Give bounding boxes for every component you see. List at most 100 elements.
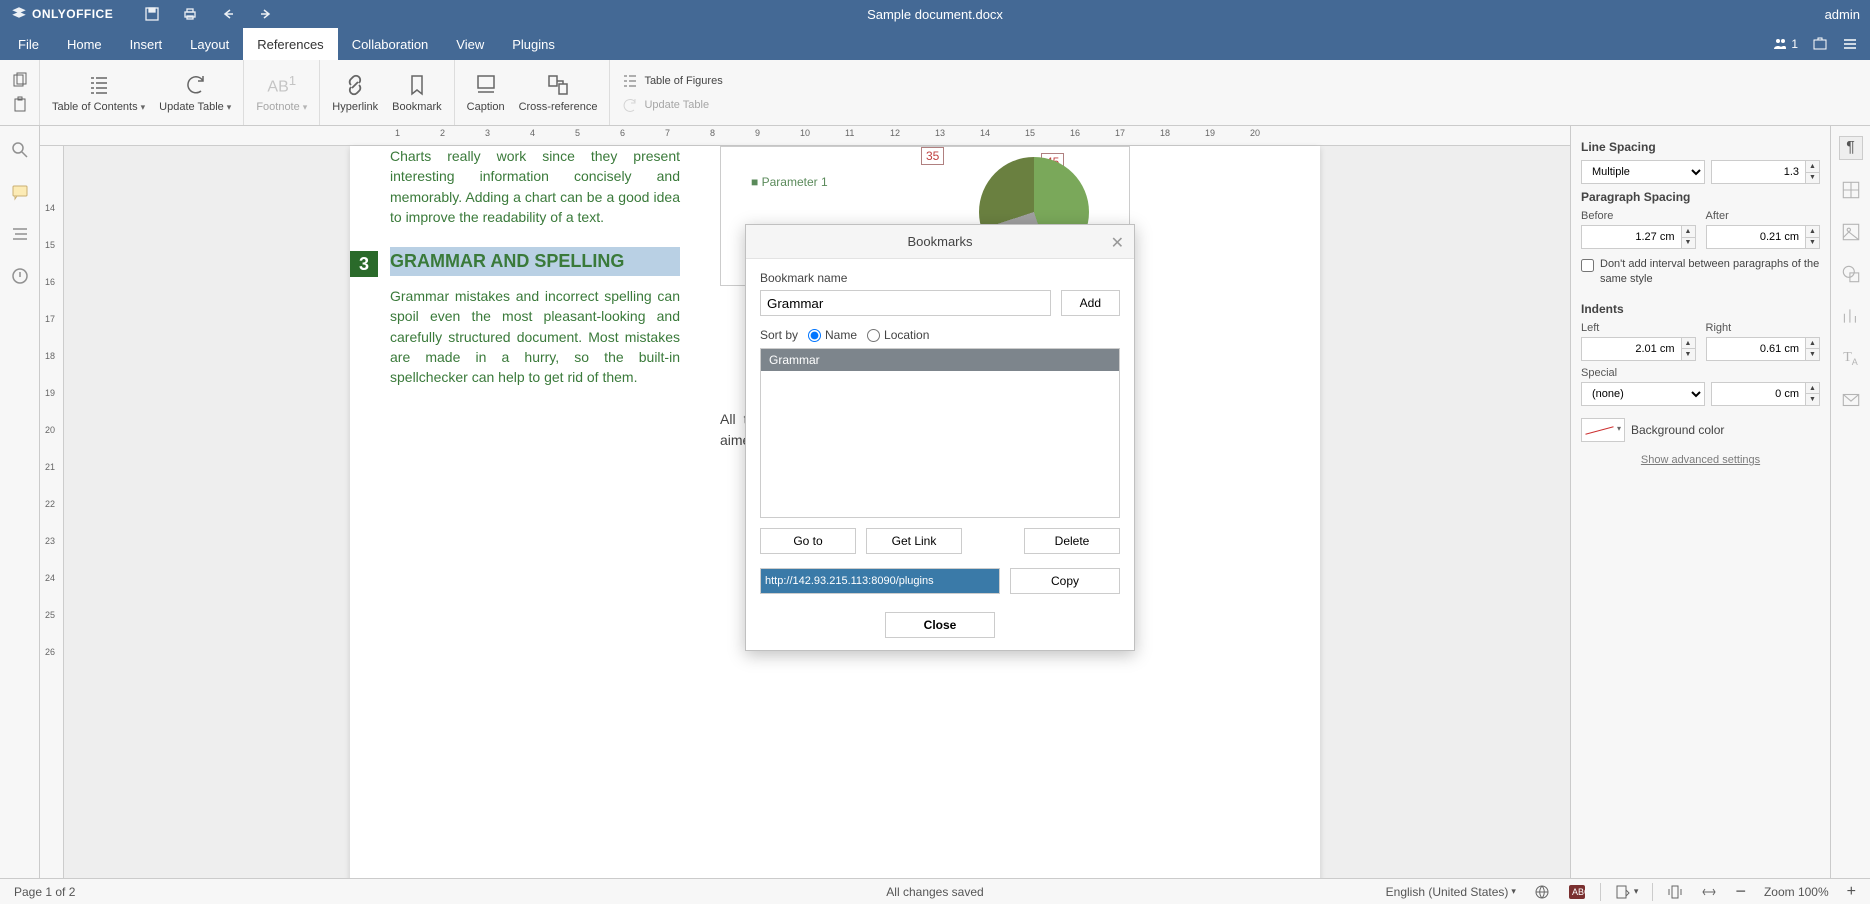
spin-up[interactable]: ▲ [1805,383,1819,395]
no-interval-checkbox[interactable] [1581,259,1594,272]
fit-page-icon[interactable] [1663,882,1687,902]
close-button[interactable]: Close [885,612,995,638]
spin-up[interactable]: ▲ [1805,338,1819,350]
tab-home[interactable]: Home [53,28,116,60]
spin-down[interactable]: ▼ [1805,173,1819,184]
paragraph-tab-icon[interactable]: ¶ [1839,136,1863,160]
bookmarks-list[interactable]: Grammar [760,348,1120,518]
spin-up[interactable]: ▲ [1805,161,1819,173]
dialog-title-bar[interactable]: Bookmarks ✕ [746,225,1134,259]
doc-heading: 3 GRAMMAR AND SPELLING [390,247,680,276]
spin-up[interactable]: ▲ [1681,338,1695,350]
section-paragraph-spacing: Paragraph Spacing [1581,190,1820,204]
copy-icon[interactable] [11,72,29,90]
special-indent-input[interactable] [1711,382,1821,406]
special-indent-select[interactable]: (none) [1581,382,1705,406]
paste-icon[interactable] [11,96,29,114]
tab-collaboration[interactable]: Collaboration [338,28,443,60]
list-item[interactable]: Grammar [761,349,1119,371]
headings-icon[interactable] [10,224,30,244]
spellcheck-icon[interactable]: ABC [1564,882,1590,902]
indent-left-input[interactable] [1581,337,1696,361]
share-count: 1 [1791,37,1798,51]
globe-icon[interactable] [1530,882,1554,902]
search-icon[interactable] [10,140,30,160]
tab-view[interactable]: View [442,28,498,60]
background-color-button[interactable] [1581,418,1625,442]
tab-file[interactable]: File [4,28,53,60]
spin-down[interactable]: ▼ [1681,349,1695,360]
shape-tab-icon[interactable] [1839,262,1863,286]
hamburger-menu-button[interactable] [1842,36,1858,52]
comments-icon[interactable] [10,182,30,202]
redo-button[interactable] [257,5,275,23]
heading-text: GRAMMAR AND SPELLING [390,251,624,271]
tab-references[interactable]: References [243,28,337,60]
zoom-in-button[interactable]: + [1843,881,1860,903]
menu-bar: File Home Insert Layout References Colla… [0,28,1870,60]
chart-tab-icon[interactable] [1839,304,1863,328]
image-tab-icon[interactable] [1839,220,1863,244]
track-changes-icon[interactable]: ▾ [1611,882,1643,902]
print-button[interactable] [181,5,199,23]
table-of-figures-button[interactable]: Table of Figures [622,73,722,89]
save-button[interactable] [143,5,161,23]
get-link-button[interactable]: Get Link [866,528,962,554]
undo-button[interactable] [219,5,237,23]
fit-width-icon[interactable] [1697,882,1721,902]
bookmark-name-input[interactable] [760,290,1051,316]
caption-button[interactable]: Caption [467,73,505,113]
mail-tab-icon[interactable] [1839,388,1863,412]
before-label: Before [1581,210,1696,222]
tab-plugins[interactable]: Plugins [498,28,569,60]
vertical-ruler[interactable]: 14151617181920212223242526 [40,146,64,878]
background-color-label: Background color [1631,423,1724,437]
copy-button[interactable]: Copy [1010,568,1120,594]
add-button[interactable]: Add [1061,290,1120,316]
spin-down[interactable]: ▼ [1805,394,1819,405]
spin-up[interactable]: ▲ [1681,226,1695,238]
brand-text: ONLYOFFICE [32,7,113,21]
zoom-level[interactable]: Zoom 100% [1760,883,1833,901]
footnote-button[interactable]: AB1 Footnote [256,73,307,113]
link-output[interactable] [760,568,1000,594]
spin-down[interactable]: ▼ [1805,238,1819,249]
tab-insert[interactable]: Insert [116,28,177,60]
user-label[interactable]: admin [1825,7,1860,22]
spin-down[interactable]: ▼ [1805,349,1819,360]
feedback-icon[interactable] [10,266,30,286]
horizontal-ruler[interactable]: 1234567891011121314151617181920 [40,126,1570,146]
spacing-after-input[interactable] [1706,225,1821,249]
spacing-before-input[interactable] [1581,225,1696,249]
advanced-settings-link[interactable]: Show advanced settings [1581,454,1820,466]
dialog-title: Bookmarks [907,234,972,249]
spin-up[interactable]: ▲ [1805,226,1819,238]
zoom-out-button[interactable]: − [1731,879,1750,904]
spin-down[interactable]: ▼ [1681,238,1695,249]
table-tab-icon[interactable] [1839,178,1863,202]
save-status: All changes saved [872,885,997,899]
line-spacing-value-input[interactable] [1711,160,1821,184]
no-interval-label: Don't add interval between paragraphs of… [1600,257,1820,288]
sort-location-radio[interactable]: Location [867,328,929,342]
sort-name-radio[interactable]: Name [808,328,857,342]
update-tof-button[interactable]: Update Table [622,97,722,113]
cross-reference-button[interactable]: Cross-reference [519,73,598,113]
goto-button[interactable]: Go to [760,528,856,554]
share-users-button[interactable]: 1 [1772,36,1798,52]
delete-button[interactable]: Delete [1024,528,1120,554]
update-table-button[interactable]: Update Table [159,73,231,113]
language-selector[interactable]: English (United States) ▾ [1382,883,1520,901]
textart-tab-icon[interactable]: TA [1839,346,1863,370]
toc-button[interactable]: Table of Contents [52,73,145,113]
status-bar: Page 1 of 2 All changes saved English (U… [0,878,1870,904]
special-label: Special [1581,367,1820,379]
close-icon[interactable]: ✕ [1111,233,1124,253]
page-indicator[interactable]: Page 1 of 2 [0,885,89,899]
bookmark-button[interactable]: Bookmark [392,73,442,113]
hyperlink-button[interactable]: Hyperlink [332,73,378,113]
indent-right-input[interactable] [1706,337,1821,361]
open-location-button[interactable] [1812,36,1828,52]
tab-layout[interactable]: Layout [176,28,243,60]
line-spacing-mode-select[interactable]: Multiple [1581,160,1705,184]
